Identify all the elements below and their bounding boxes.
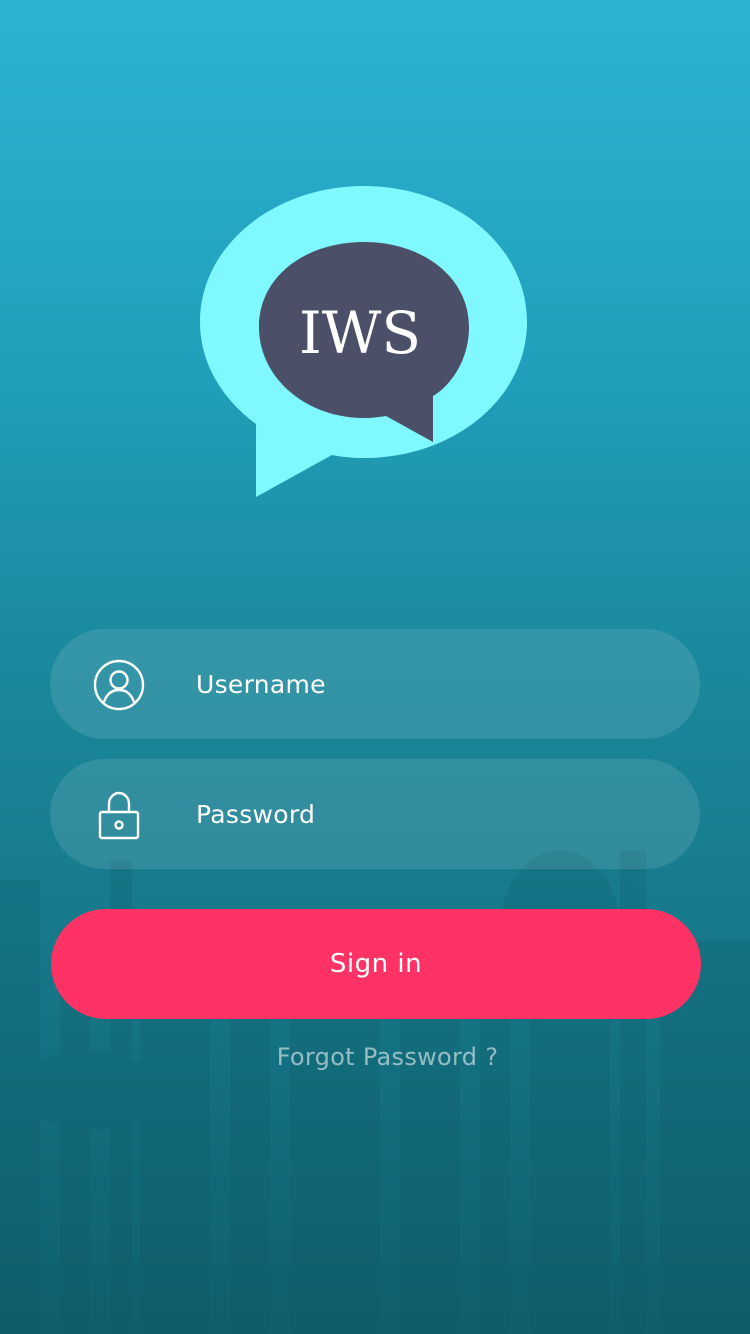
lock-icon (92, 788, 146, 842)
logo-text: IWS (299, 299, 421, 367)
user-circle-icon (92, 658, 146, 712)
app-logo: IWS (198, 184, 530, 500)
username-field[interactable] (50, 629, 700, 739)
password-input[interactable] (196, 759, 676, 869)
speech-bubble-logo-icon: IWS (200, 186, 527, 497)
password-field[interactable] (50, 759, 700, 869)
username-input[interactable] (196, 629, 676, 739)
sign-in-button[interactable]: Sign in (51, 909, 701, 1019)
forgot-password-link[interactable]: Forgot Password ? (0, 1043, 750, 1071)
